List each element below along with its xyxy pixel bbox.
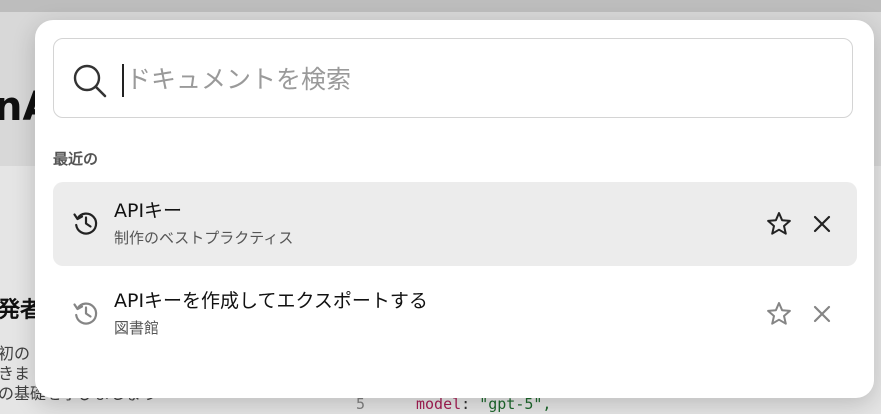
recent-section-label: 最近の (53, 150, 99, 168)
recent-item-title: APIキー (114, 200, 183, 222)
recent-item[interactable]: APIキー 制作のベストプラクティス (53, 182, 857, 266)
search-box[interactable] (53, 38, 853, 118)
recent-item-subtitle: 制作のベストプラクティス (114, 229, 294, 247)
search-modal: 最近の APIキー 制作のベストプラクティス (35, 20, 874, 398)
star-outline-icon[interactable] (765, 300, 793, 328)
close-icon[interactable] (809, 301, 835, 327)
search-input[interactable] (126, 55, 826, 103)
search-icon (72, 63, 108, 99)
close-icon[interactable] (809, 211, 835, 237)
history-icon (71, 298, 101, 328)
text-caret (122, 64, 124, 97)
history-icon (71, 208, 101, 238)
recent-item-subtitle: 図書館 (114, 319, 160, 337)
recent-item-title: APIキーを作成してエクスポートする (114, 290, 428, 312)
star-outline-icon[interactable] (765, 210, 793, 238)
recent-item[interactable]: APIキーを作成してエクスポートする 図書館 (53, 272, 857, 356)
